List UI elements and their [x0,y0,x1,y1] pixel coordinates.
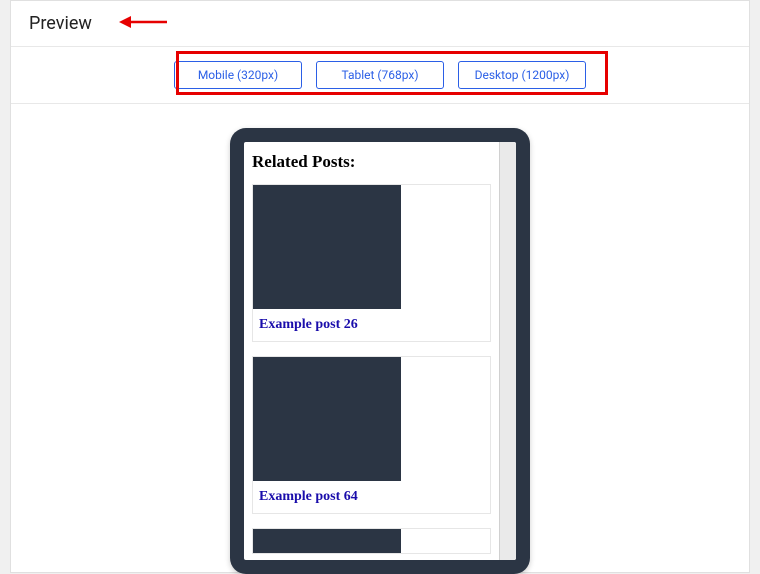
scrollbar[interactable] [499,142,516,560]
device-frame: Related Posts: Example post 26 Example p… [230,128,530,574]
desktop-button[interactable]: Desktop (1200px) [458,61,586,89]
post-title-link[interactable]: Example post 64 [253,481,490,513]
list-item[interactable] [252,528,491,554]
post-title-link[interactable]: Example post 26 [253,309,490,341]
list-item[interactable]: Example post 26 [252,184,491,342]
post-thumbnail [253,357,401,481]
post-thumbnail [253,185,401,309]
post-thumbnail [253,529,401,553]
arrow-left-annotation [119,14,169,30]
page-title: Preview [29,13,92,34]
mobile-button[interactable]: Mobile (320px) [174,61,302,89]
preview-area: Related Posts: Example post 26 Example p… [11,104,749,574]
tablet-button[interactable]: Tablet (768px) [316,61,444,89]
related-posts-heading: Related Posts: [252,152,491,172]
list-item[interactable]: Example post 64 [252,356,491,514]
